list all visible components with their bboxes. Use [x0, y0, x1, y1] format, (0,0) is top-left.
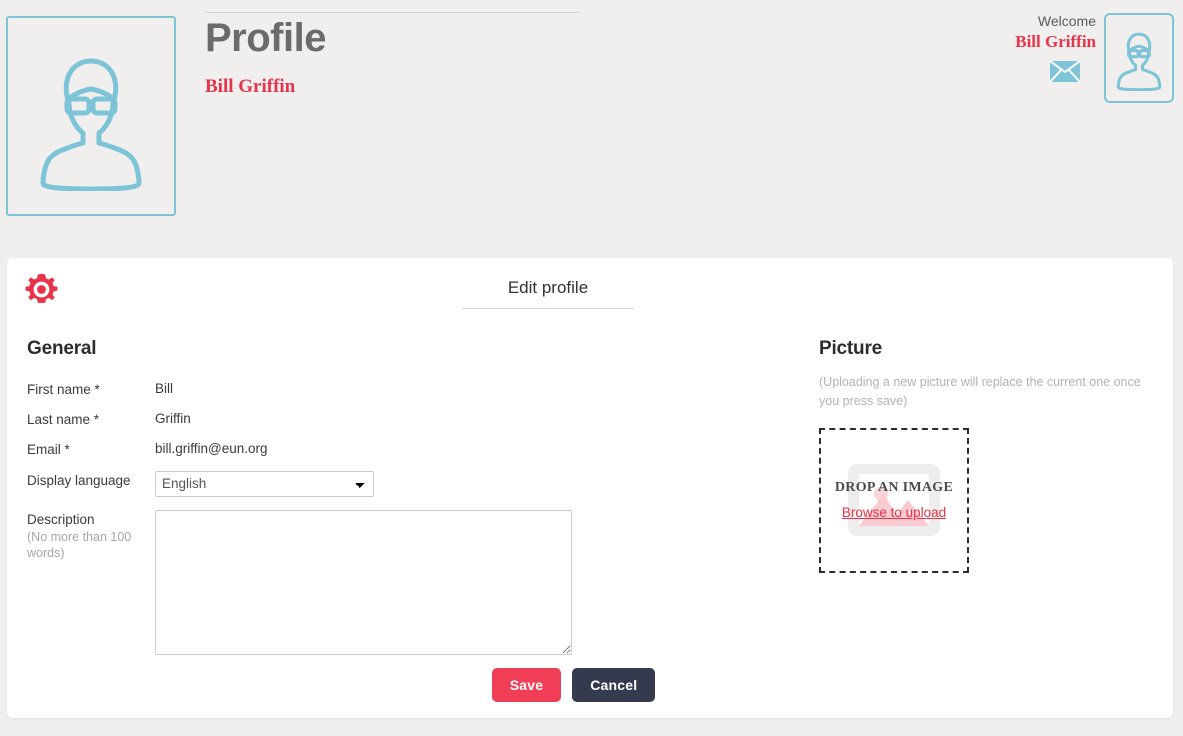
general-form: First name * Bill Last name * Griffin Em…: [27, 380, 587, 655]
general-heading: General: [27, 338, 97, 359]
picture-heading: Picture: [819, 338, 883, 359]
display-language-label: Display language: [27, 472, 131, 488]
first-name-value[interactable]: Bill: [155, 380, 173, 396]
field-row-first-name: First name * Bill: [27, 380, 587, 399]
display-language-select[interactable]: English: [155, 470, 374, 497]
email-value[interactable]: bill.griffin@eun.org: [155, 440, 268, 456]
user-avatar-icon: [40, 58, 142, 191]
title-divider: [205, 12, 580, 13]
description-label: Description (No more than 100 words): [27, 510, 155, 562]
tab-edit-profile-label: Edit profile: [507, 278, 589, 297]
image-dropzone[interactable]: DROP AN IMAGE Browse to upload: [819, 427, 969, 573]
welcome-label: Welcome: [1037, 13, 1096, 29]
field-row-last-name: Last name * Griffin: [27, 410, 587, 429]
page-header: Profile Bill Griffin Welcome Bill Griffi…: [0, 0, 1183, 250]
browse-to-upload-link[interactable]: Browse to upload: [842, 505, 946, 520]
tab-edit-profile[interactable]: Edit profile: [462, 278, 634, 309]
envelope-icon[interactable]: [1050, 60, 1080, 82]
welcome-user-name[interactable]: Bill Griffin: [876, 31, 1096, 52]
description-label-text: Description: [27, 511, 95, 527]
mini-avatar-box[interactable]: [1104, 13, 1174, 103]
welcome-block: Welcome Bill Griffin: [876, 11, 1096, 82]
email-label: Email *: [27, 442, 70, 458]
dropzone-text: DROP AN IMAGE: [834, 480, 954, 495]
gear-icon-wrapper[interactable]: [24, 272, 59, 312]
field-row-email: Email * bill.griffin@eun.org: [27, 440, 587, 459]
first-name-label: First name *: [27, 382, 100, 397]
profile-photo-box: [6, 16, 176, 216]
last-name-value[interactable]: Griffin: [155, 410, 191, 426]
cancel-button[interactable]: Cancel: [572, 668, 656, 702]
description-textarea[interactable]: [155, 509, 572, 655]
picture-note: (Uploading a new picture will replace th…: [819, 375, 1141, 408]
page-subtitle: Bill Griffin: [205, 76, 296, 97]
tab-underline: [462, 308, 634, 309]
save-button[interactable]: Save: [491, 668, 562, 702]
field-row-display-language: Display language English: [27, 470, 587, 497]
picture-section: Picture (Uploading a new picture will re…: [819, 338, 1159, 573]
edit-profile-card: Edit profile General First name * Bill L…: [7, 258, 1173, 718]
general-section: General First name * Bill Last name * Gr…: [27, 338, 587, 666]
form-action-bar: Save Cancel: [7, 668, 1140, 702]
user-avatar-icon: [1116, 32, 1162, 91]
image-placeholder-icon: [848, 464, 940, 536]
mail-icon-wrapper[interactable]: [876, 60, 1096, 82]
page-title: Profile: [205, 16, 326, 60]
gear-icon[interactable]: [24, 272, 59, 307]
field-row-description: Description (No more than 100 words): [27, 509, 587, 655]
last-name-label: Last name *: [27, 412, 100, 428]
description-hint: (No more than 100 words): [27, 529, 132, 561]
page-title-block: Profile: [205, 12, 580, 59]
